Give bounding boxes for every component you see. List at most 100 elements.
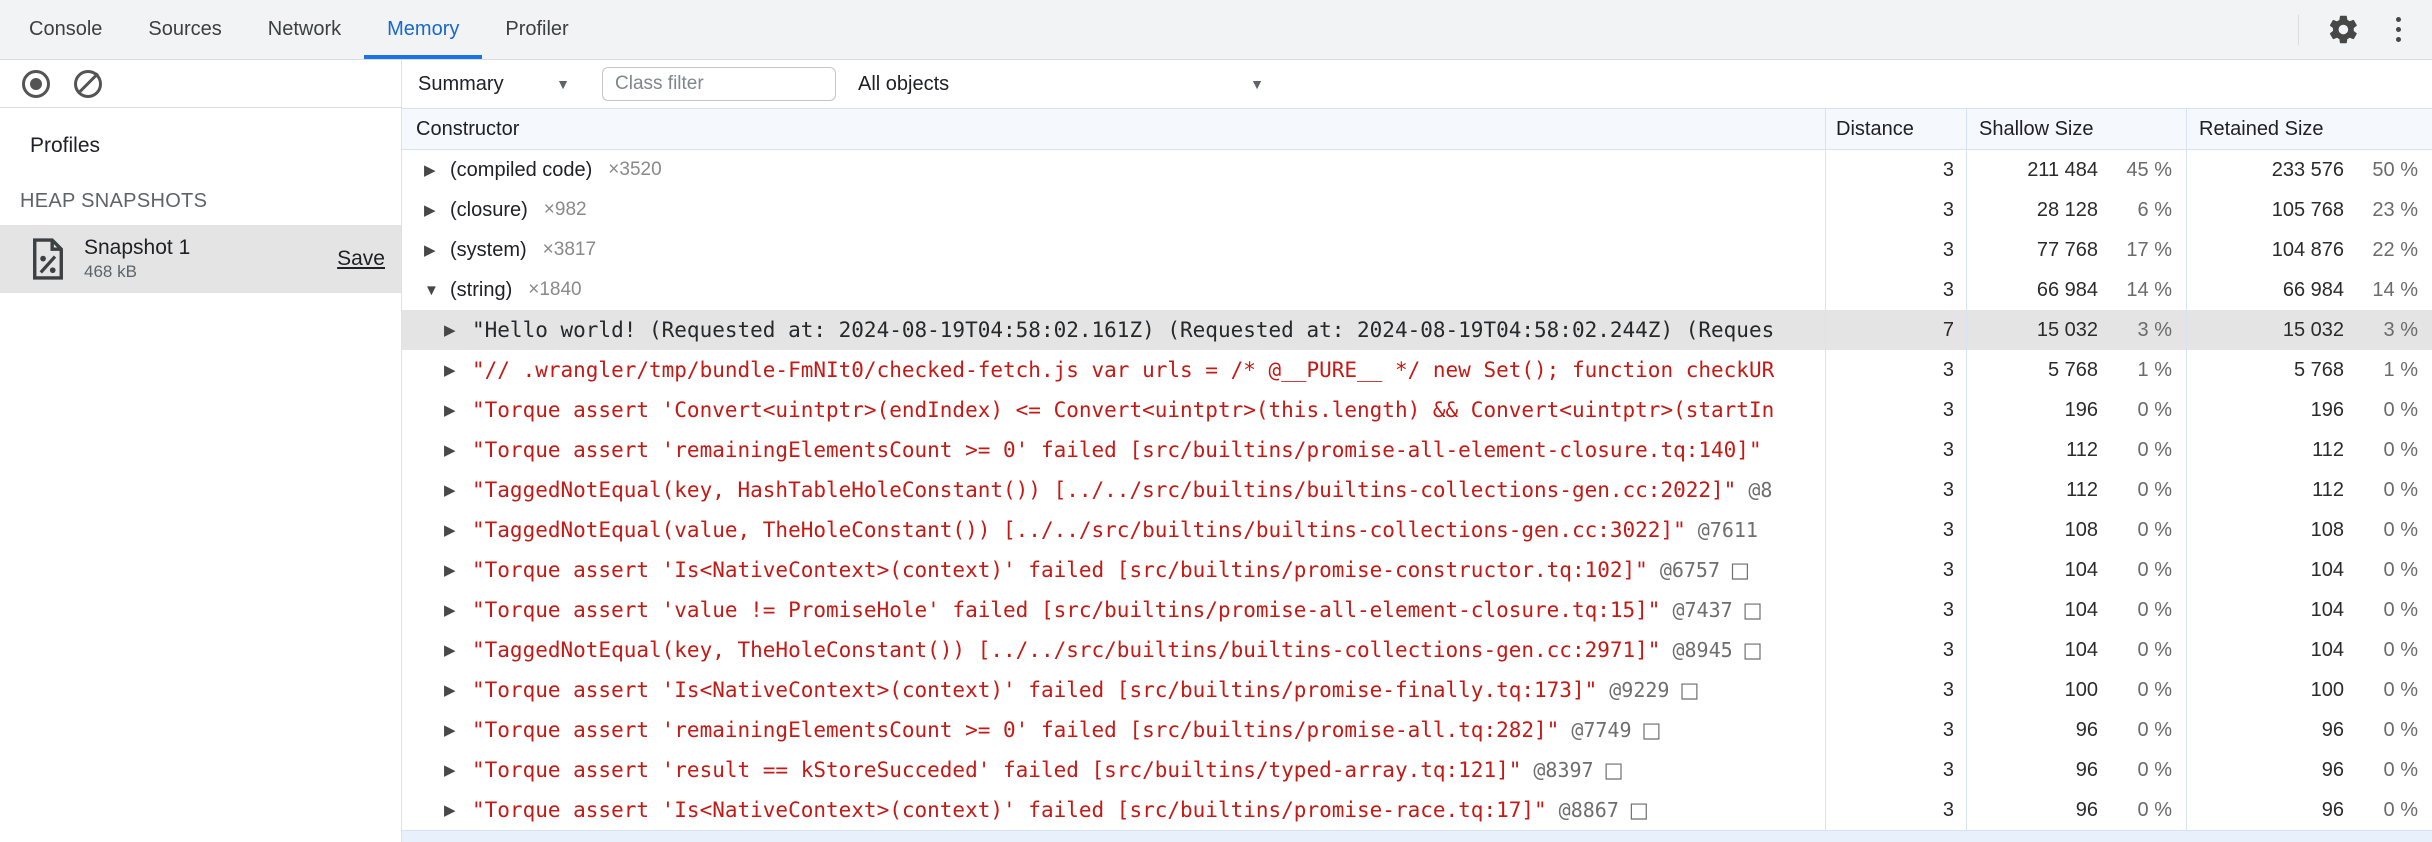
constructor-row[interactable]: ▶ "Torque assert 'result == kStoreSucced… xyxy=(402,750,2432,790)
retained-size-cell: 104 0 % xyxy=(2310,558,2418,581)
missing-glyph-box-icon: □ xyxy=(1742,598,1763,622)
column-header-shallow-size[interactable]: Shallow Size xyxy=(1967,109,2187,149)
string-value: "Torque assert 'Is<NativeContext>(contex… xyxy=(472,678,1598,702)
heap-snapshots-section-title: HEAP SNAPSHOTS xyxy=(20,190,208,212)
constructor-row[interactable]: ▼ (string) ×1840 3 66 984 14 % 66 984 14 % xyxy=(402,270,2432,310)
constructor-row[interactable]: ▶ (compiled code) ×3520 3 211 484 45 % 23… xyxy=(402,150,2432,190)
string-value: "Torque assert 'result == kStoreSucceded… xyxy=(472,758,1522,782)
shallow-size-cell: 104 0 % xyxy=(1967,550,2187,590)
object-id: @8 xyxy=(1748,478,1773,502)
retained-size-cell: 5 768 1 % xyxy=(2293,358,2418,381)
tab-profiler[interactable]: Profiler xyxy=(482,0,591,59)
distance-cell: 3 xyxy=(1826,430,1967,470)
distance-cell: 3 xyxy=(1826,550,1967,590)
column-header-retained-size[interactable]: Retained Size xyxy=(2187,109,2432,149)
snapshot-item[interactable]: Snapshot 1 468 kB Save xyxy=(0,225,401,293)
distance-cell: 7 xyxy=(1826,310,1967,350)
disclosure-triangle-icon[interactable]: ▶ xyxy=(444,441,466,459)
constructor-row[interactable]: ▶ "Torque assert 'remainingElementsCount… xyxy=(402,710,2432,750)
instance-count: ×1840 xyxy=(528,279,582,300)
distance-cell: 3 xyxy=(1826,790,1967,830)
disclosure-triangle-icon[interactable]: ▶ xyxy=(424,241,446,259)
constructor-row[interactable]: ▶ (system) ×3817 3 77 768 17 % 104 876 22 … xyxy=(402,230,2432,270)
sidebar-controls xyxy=(0,60,401,108)
shallow-size-cell: 96 0 % xyxy=(1967,790,2187,830)
snapshot-save-link[interactable]: Save xyxy=(337,247,385,271)
constructor-row[interactable]: ▶ "// .wrangler/tmp/bundle-FmNIt0/checke… xyxy=(402,350,2432,390)
snapshot-size: 468 kB xyxy=(84,262,137,281)
constructor-row[interactable]: ▶ "Torque assert 'remainingElementsCount… xyxy=(402,430,2432,470)
disclosure-triangle-icon[interactable]: ▶ xyxy=(444,801,466,819)
snapshot-toolbar: Summary ▼ All objects ▼ xyxy=(402,60,2432,108)
clear-profiles-icon[interactable] xyxy=(74,69,102,98)
disclosure-triangle-icon[interactable]: ▼ xyxy=(424,282,446,299)
disclosure-triangle-icon[interactable]: ▶ xyxy=(444,601,466,619)
more-options-kebab-icon[interactable] xyxy=(2388,17,2408,42)
missing-glyph-box-icon: □ xyxy=(1628,798,1649,822)
disclosure-triangle-icon[interactable]: ▶ xyxy=(444,321,466,339)
tab-sources[interactable]: Sources xyxy=(125,0,244,59)
disclosure-triangle-icon[interactable]: ▶ xyxy=(444,481,466,499)
retained-size-cell: 66 984 14 % xyxy=(2282,278,2418,301)
object-scope-select-value: All objects xyxy=(858,72,950,95)
object-scope-select[interactable]: All objects ▼ xyxy=(858,73,1264,96)
retained-size-cell: 104 0 % xyxy=(2310,638,2418,661)
constructor-row[interactable]: ▶ "Hello world! (Requested at: 2024-08-1… xyxy=(402,310,2432,350)
disclosure-triangle-icon[interactable]: ▶ xyxy=(444,521,466,539)
string-value: "Hello world! (Requested at: 2024-08-19T… xyxy=(472,318,1775,342)
constructor-name: (system) xyxy=(450,238,527,261)
snapshot-name: Snapshot 1 xyxy=(84,236,191,259)
object-id: @8945 xyxy=(1672,638,1733,662)
shallow-size-cell: 77 768 17 % xyxy=(1967,230,2187,270)
shallow-size-cell: 104 0 % xyxy=(1967,590,2187,630)
object-id: @6757 xyxy=(1659,558,1721,582)
disclosure-triangle-icon[interactable]: ▶ xyxy=(444,401,466,419)
disclosure-triangle-icon[interactable]: ▶ xyxy=(444,561,466,579)
retained-size-cell: 100 0 % xyxy=(2310,678,2418,701)
shallow-size-cell: 108 0 % xyxy=(1967,510,2187,550)
constructor-row[interactable]: ▶ "Torque assert 'value != PromiseHole' … xyxy=(402,590,2432,630)
shallow-size-cell: 196 0 % xyxy=(1967,390,2187,430)
distance-cell: 3 xyxy=(1826,150,1967,190)
constructor-row[interactable]: ▶ "Torque assert 'Convert<uintptr>(endIn… xyxy=(402,390,2432,430)
column-header-constructor[interactable]: Constructor xyxy=(402,109,1826,149)
settings-gear-icon[interactable] xyxy=(2327,13,2360,46)
shallow-size-cell: 96 0 % xyxy=(1967,750,2187,790)
constructor-row[interactable]: ▶ "TaggedNotEqual(value, TheHoleConstant… xyxy=(402,510,2432,550)
disclosure-triangle-icon[interactable]: ▶ xyxy=(424,201,446,219)
constructor-name: (string) xyxy=(450,278,513,301)
object-id: @7611 xyxy=(1697,518,1758,542)
tab-network[interactable]: Network xyxy=(245,0,364,59)
distance-cell: 3 xyxy=(1826,590,1967,630)
disclosure-triangle-icon[interactable]: ▶ xyxy=(444,361,466,379)
chevron-down-icon: ▼ xyxy=(1250,76,1264,92)
retained-size-cell: 96 0 % xyxy=(2321,798,2418,821)
constructor-row[interactable]: ▶ (closure) ×982 3 28 128 6 % 105 768 23 % xyxy=(402,190,2432,230)
retained-size-cell: 108 0 % xyxy=(2310,518,2418,541)
tab-console[interactable]: Console xyxy=(6,0,125,59)
retained-size-cell: 233 576 50 % xyxy=(2271,158,2418,181)
disclosure-triangle-icon[interactable]: ▶ xyxy=(444,721,466,739)
string-value: "Torque assert 'Is<NativeContext>(contex… xyxy=(472,798,1547,822)
disclosure-triangle-icon[interactable]: ▶ xyxy=(444,681,466,699)
devtools-window: Console Sources Network Memory Profiler … xyxy=(0,0,2432,842)
record-heap-snapshot-icon[interactable] xyxy=(22,69,50,98)
constructor-row[interactable]: ▶ "Torque assert 'Is<NativeContext>(cont… xyxy=(402,670,2432,710)
disclosure-triangle-icon[interactable]: ▶ xyxy=(444,761,466,779)
distance-cell: 3 xyxy=(1826,510,1967,550)
string-value: "TaggedNotEqual(value, TheHoleConstant()… xyxy=(472,518,1686,542)
missing-glyph-box-icon: □ xyxy=(1641,718,1662,742)
tabbar-right-controls xyxy=(2298,0,2432,59)
disclosure-triangle-icon[interactable]: ▶ xyxy=(444,641,466,659)
tab-memory[interactable]: Memory xyxy=(364,0,483,59)
column-header-distance[interactable]: Distance xyxy=(1826,109,1967,149)
constructor-row[interactable]: ▶ "TaggedNotEqual(key, HashTableHoleCons… xyxy=(402,470,2432,510)
perspective-select[interactable]: Summary ▼ xyxy=(418,73,570,96)
disclosure-triangle-icon[interactable]: ▶ xyxy=(424,161,446,179)
shallow-size-cell: 112 0 % xyxy=(1967,430,2187,470)
constructor-row[interactable]: ▶ "Torque assert 'Is<NativeContext>(cont… xyxy=(402,550,2432,590)
constructor-row[interactable]: ▶ "TaggedNotEqual(key, TheHoleConstant()… xyxy=(402,630,2432,670)
tab-bar: Console Sources Network Memory Profiler xyxy=(0,0,2432,60)
class-filter-input[interactable] xyxy=(602,67,836,101)
constructor-row[interactable]: ▶ "Torque assert 'Is<NativeContext>(cont… xyxy=(402,790,2432,830)
